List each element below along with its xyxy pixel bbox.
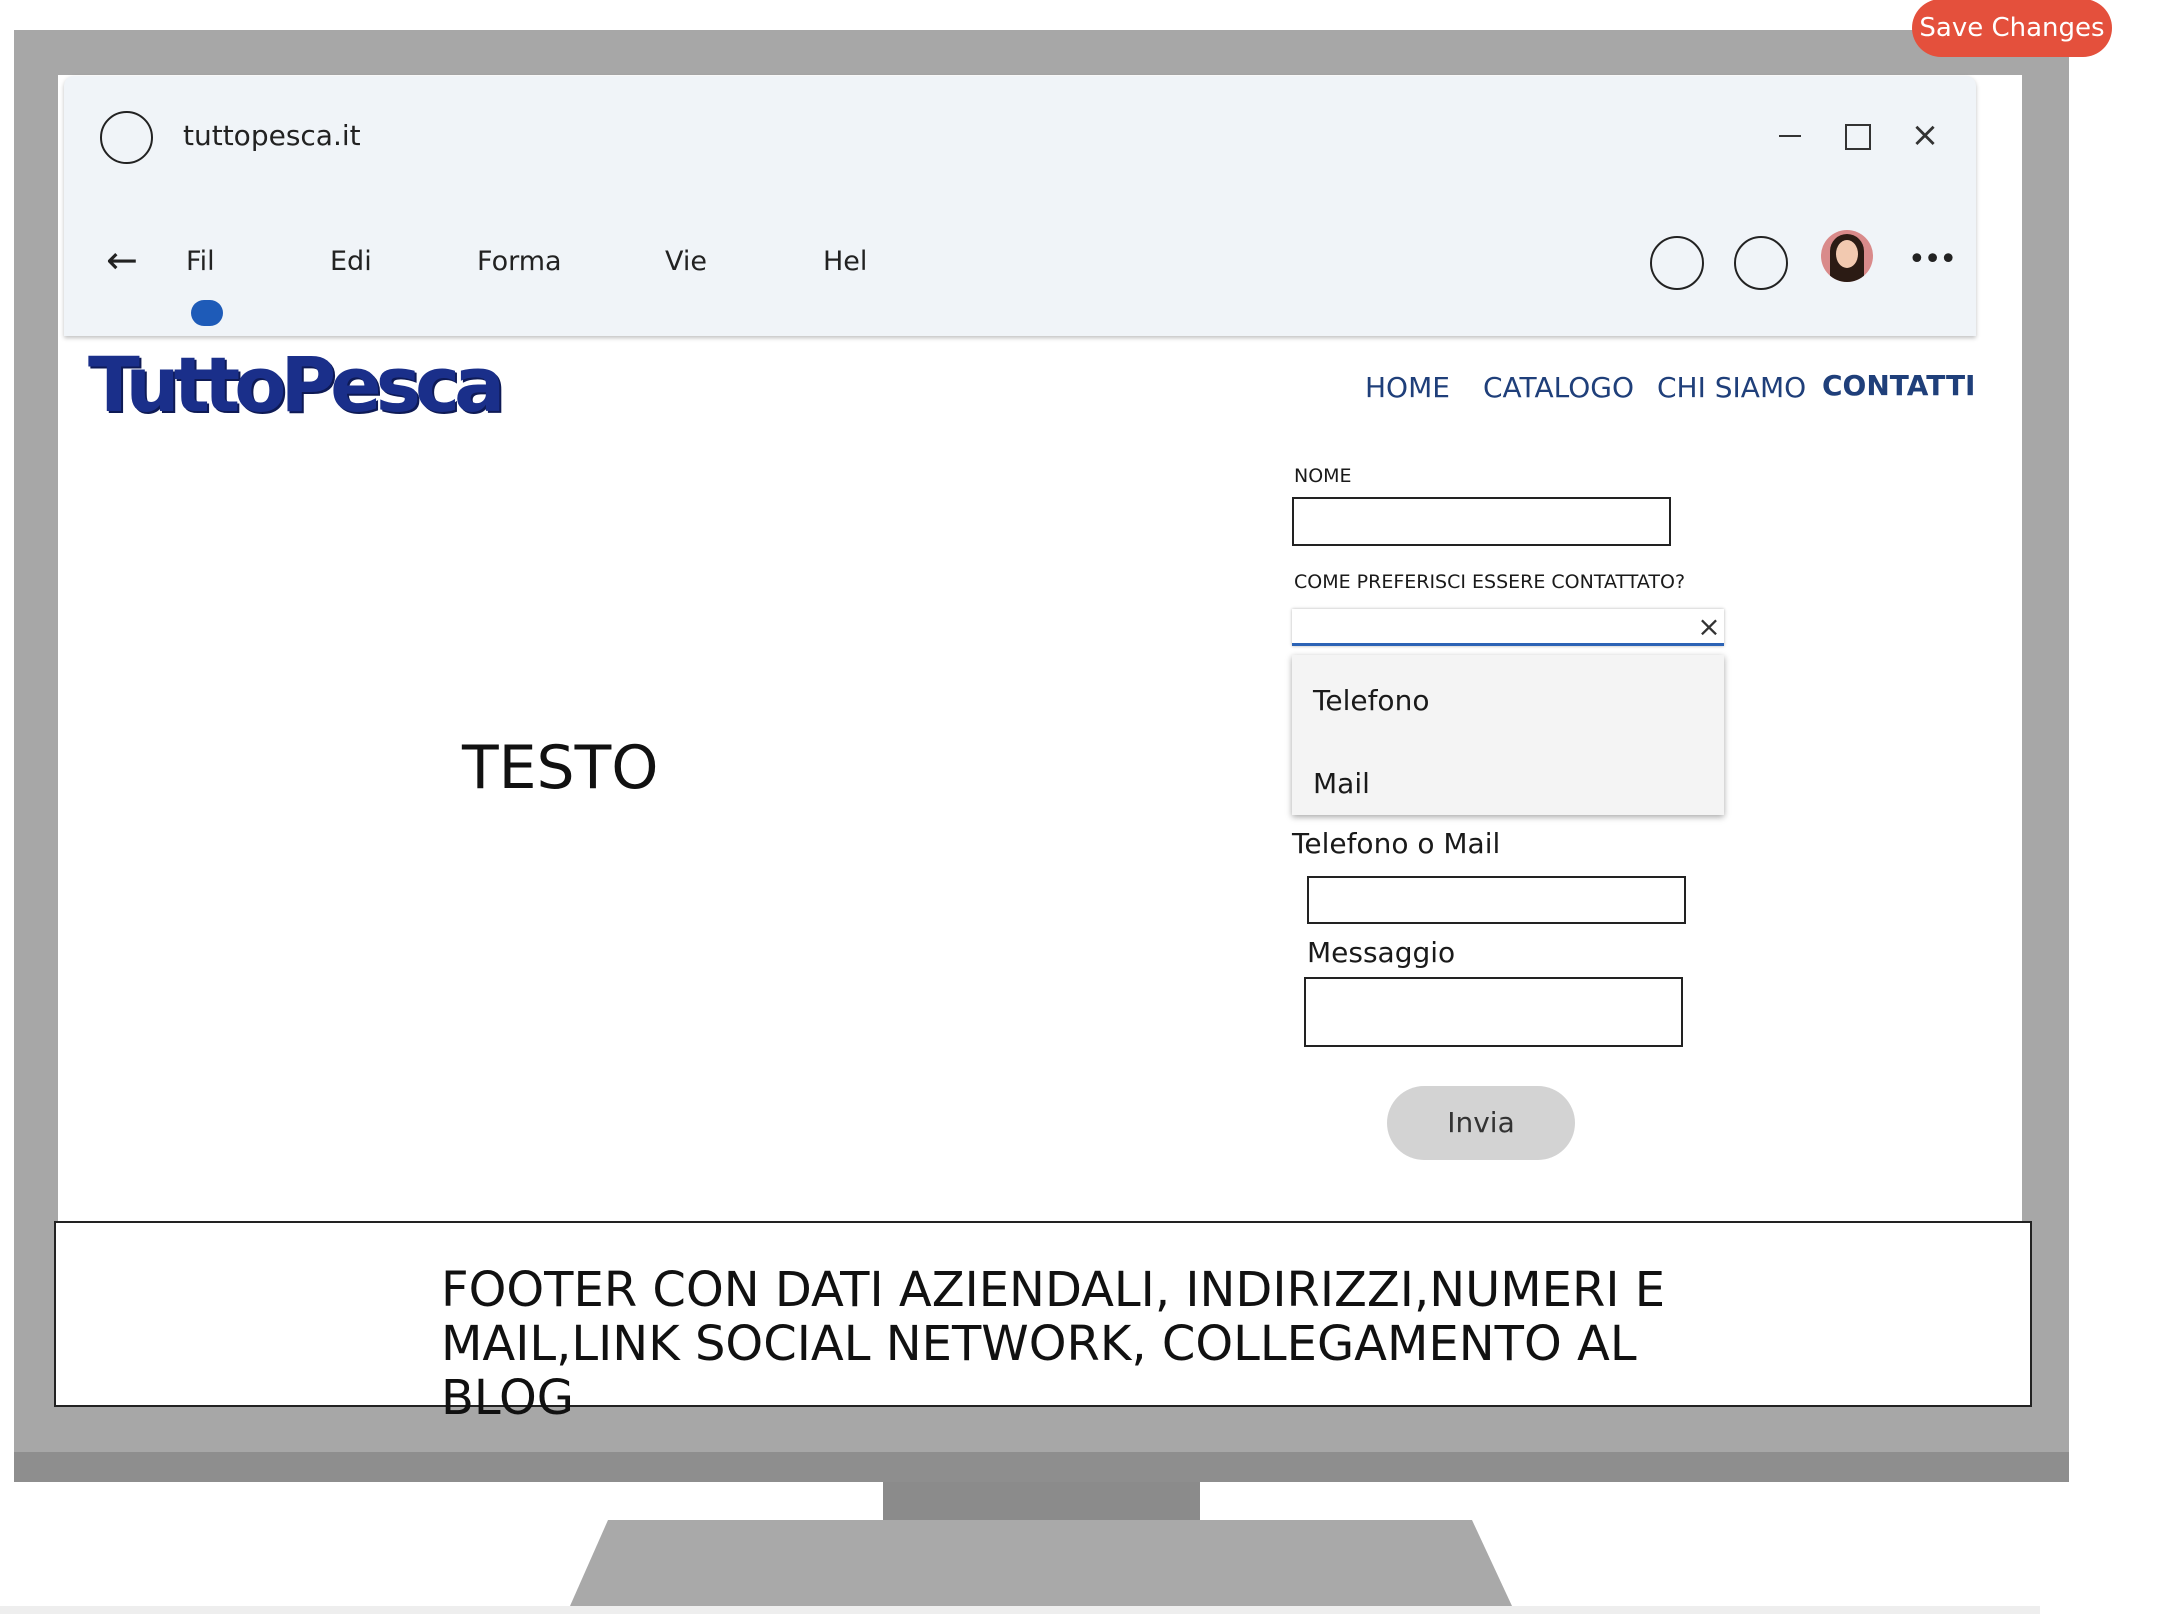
- logo-text: TuttoPesca: [88, 352, 505, 426]
- footer-text: FOOTER CON DATI AZIENDALI, INDIRIZZI,NUM…: [441, 1263, 1741, 1425]
- menu-help[interactable]: Hel: [823, 242, 867, 282]
- contact-preference-select[interactable]: [1292, 609, 1724, 646]
- browser-window-chrome: [64, 76, 1976, 336]
- messaggio-textarea[interactable]: [1304, 977, 1683, 1047]
- active-menu-indicator: [191, 300, 223, 326]
- maximize-icon[interactable]: [1845, 124, 1871, 150]
- menu-view[interactable]: Vie: [665, 242, 707, 282]
- nome-input[interactable]: [1292, 497, 1671, 546]
- toolbar-circle-icon[interactable]: [1734, 236, 1788, 290]
- avatar[interactable]: [1821, 230, 1873, 282]
- nav-home[interactable]: HOME: [1365, 368, 1450, 408]
- option-mail[interactable]: Mail: [1313, 764, 1370, 804]
- clear-selection-icon[interactable]: ×: [1696, 612, 1722, 642]
- nav-contatti[interactable]: CONTATTI: [1822, 366, 1975, 406]
- telefono-mail-label: Telefono o Mail: [1292, 827, 1501, 860]
- body-text: TESTO: [462, 733, 659, 803]
- footer-line-1: FOOTER CON DATI AZIENDALI, INDIRIZZI,NUM…: [441, 1262, 1666, 1318]
- monitor-bezel-bottom: [14, 1452, 2069, 1482]
- nome-label: NOME: [1294, 465, 1352, 487]
- menu-format[interactable]: Forma: [477, 242, 562, 282]
- site-logo[interactable]: TuttoPesca: [88, 352, 608, 426]
- menu-file[interactable]: Fil: [186, 242, 215, 282]
- toolbar-circle-icon[interactable]: [1650, 236, 1704, 290]
- back-arrow-icon[interactable]: ←: [106, 240, 146, 280]
- contact-preference-label: COME PREFERISCI ESSERE CONTATTATO?: [1294, 571, 1686, 593]
- minimize-icon[interactable]: [1779, 115, 1803, 155]
- more-options-icon[interactable]: •••: [1908, 240, 1957, 280]
- nav-chi-siamo[interactable]: CHI SIAMO: [1657, 368, 1806, 408]
- messaggio-label: Messaggio: [1307, 936, 1456, 969]
- menu-edit[interactable]: Edi: [330, 242, 372, 282]
- url-text[interactable]: tuttopesca.it: [183, 116, 361, 156]
- invia-button[interactable]: Invia: [1387, 1086, 1575, 1160]
- option-telefono[interactable]: Telefono: [1313, 681, 1429, 721]
- nav-catalogo[interactable]: CATALOGO: [1483, 368, 1634, 408]
- telefono-mail-input[interactable]: [1307, 876, 1686, 924]
- floor-shadow: [0, 1606, 2040, 1614]
- save-changes-button[interactable]: Save Changes: [1912, 0, 2112, 57]
- close-icon[interactable]: ×: [1910, 118, 1940, 152]
- monitor-neck: [883, 1482, 1200, 1558]
- site-icon: [100, 111, 153, 164]
- footer: FOOTER CON DATI AZIENDALI, INDIRIZZI,NUM…: [54, 1221, 2032, 1425]
- footer-line-2: MAIL,LINK SOCIAL NETWORK, COLLEGAMENTO A…: [441, 1316, 1637, 1426]
